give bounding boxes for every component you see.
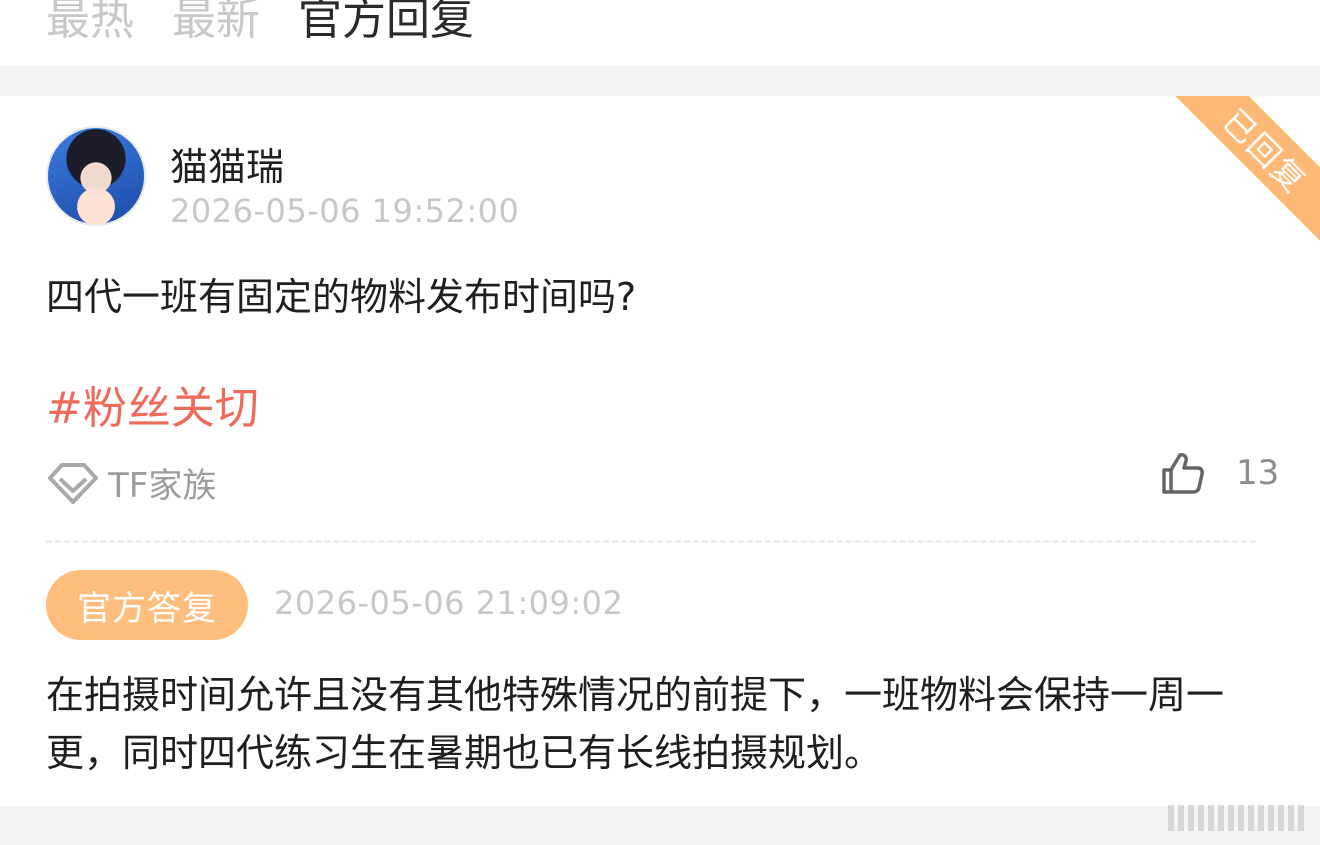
question-card[interactable]: 已回复 猫猫瑞 2026-05-06 19:52:00 四代一班有固定的物料发布…	[0, 96, 1320, 806]
like-count: 13	[1236, 453, 1280, 493]
official-reply-badge: 官方答复	[46, 570, 248, 640]
like-button[interactable]: 13	[1160, 450, 1279, 496]
section-divider-bottom	[0, 805, 1320, 845]
replied-ribbon: 已回复	[1162, 96, 1320, 254]
tab-hottest[interactable]: 最热	[46, 0, 134, 42]
post-timestamp: 2026-05-06 19:52:00	[170, 192, 520, 230]
reply-text: 在拍摄时间允许且没有其他特殊情况的前提下，一班物料会保持一周一更，同时四代练习生…	[46, 673, 1225, 775]
section-divider	[0, 66, 1320, 96]
tab-official-reply[interactable]: 官方回复	[298, 0, 474, 42]
watermark-icon	[1168, 805, 1304, 831]
dashed-divider	[46, 540, 1256, 543]
tab-newest[interactable]: 最新	[172, 0, 260, 42]
question-text: 四代一班有固定的物料发布时间吗?	[46, 275, 637, 319]
replied-ribbon-label: 已回复	[1215, 101, 1315, 201]
username[interactable]: 猫猫瑞	[170, 136, 284, 191]
source-tag[interactable]: TF家族	[46, 458, 216, 507]
diamond-badge-icon	[48, 462, 98, 504]
topic-tag[interactable]: #粉丝关切	[46, 372, 259, 436]
avatar[interactable]	[46, 126, 146, 226]
reply-timestamp: 2026-05-06 21:09:02	[274, 584, 624, 622]
page: 最热 最新 官方回复 已回复 猫猫瑞 2026-05-06 19:52:00 四…	[0, 0, 1320, 845]
thumbs-up-icon	[1162, 453, 1204, 494]
tab-bar: 最热 最新 官方回复	[46, 0, 474, 66]
source-label: TF家族	[108, 466, 217, 506]
